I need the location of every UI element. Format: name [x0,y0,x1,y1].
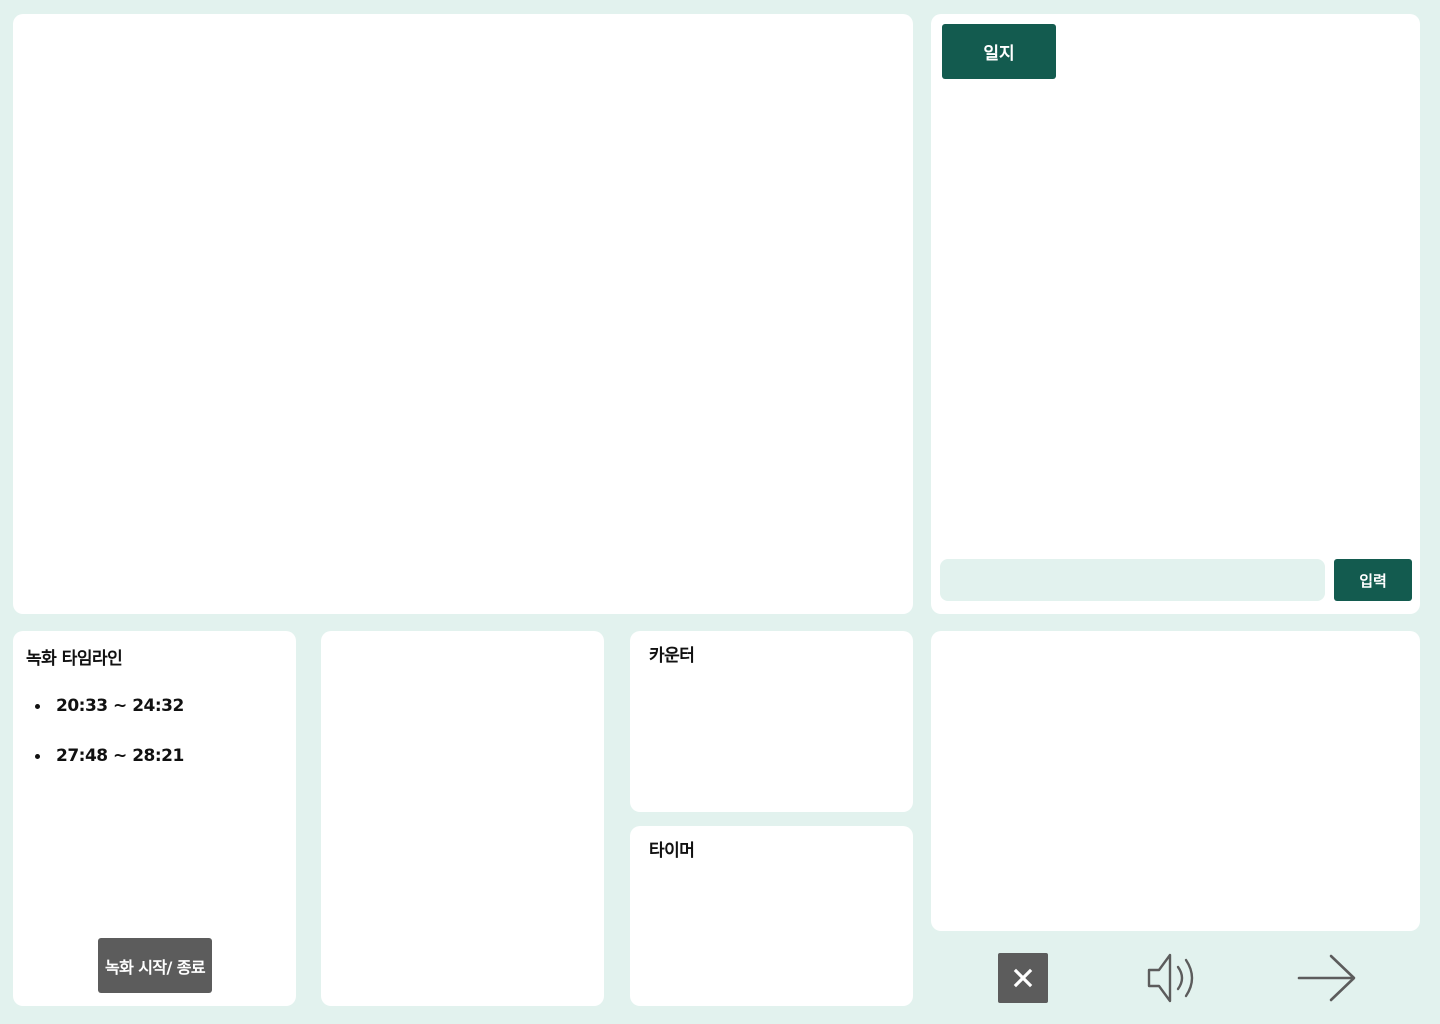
counter-panel: 카운터 [630,631,913,812]
timer-panel: 타이머 [630,826,913,1006]
timeline-item-range: 20:33 ~ 24:32 [56,696,184,716]
next-button[interactable] [1296,952,1358,1004]
preview-panel [931,631,1420,931]
timeline-list: 20:33 ~ 24:32 27:48 ~ 28:21 [35,691,184,791]
volume-button[interactable] [1146,950,1202,1006]
log-input[interactable] [940,559,1325,601]
recording-timeline-panel: 녹화 타임라인 20:33 ~ 24:32 27:48 ~ 28:21 녹화 시… [13,631,296,1006]
video-panel [13,14,913,614]
close-icon [1013,968,1033,988]
close-button[interactable] [998,953,1048,1003]
volume-icon [1147,953,1194,1003]
bullet-icon [35,704,40,709]
arrow-right-icon [1297,954,1356,1002]
record-toggle-button[interactable]: 녹화 시작/ 종료 [98,938,212,993]
timeline-title: 녹화 타임라인 [26,649,123,669]
timeline-item: 27:48 ~ 28:21 [35,741,184,771]
timer-title: 타이머 [649,841,695,861]
timeline-item-range: 27:48 ~ 28:21 [56,746,184,766]
submit-button[interactable]: 입력 [1334,559,1412,601]
log-panel: 일지 입력 [931,14,1420,614]
log-tab-button[interactable]: 일지 [942,24,1056,79]
middle-panel [321,631,604,1006]
counter-title: 카운터 [649,646,695,666]
bullet-icon [35,754,40,759]
timeline-item: 20:33 ~ 24:32 [35,691,184,721]
